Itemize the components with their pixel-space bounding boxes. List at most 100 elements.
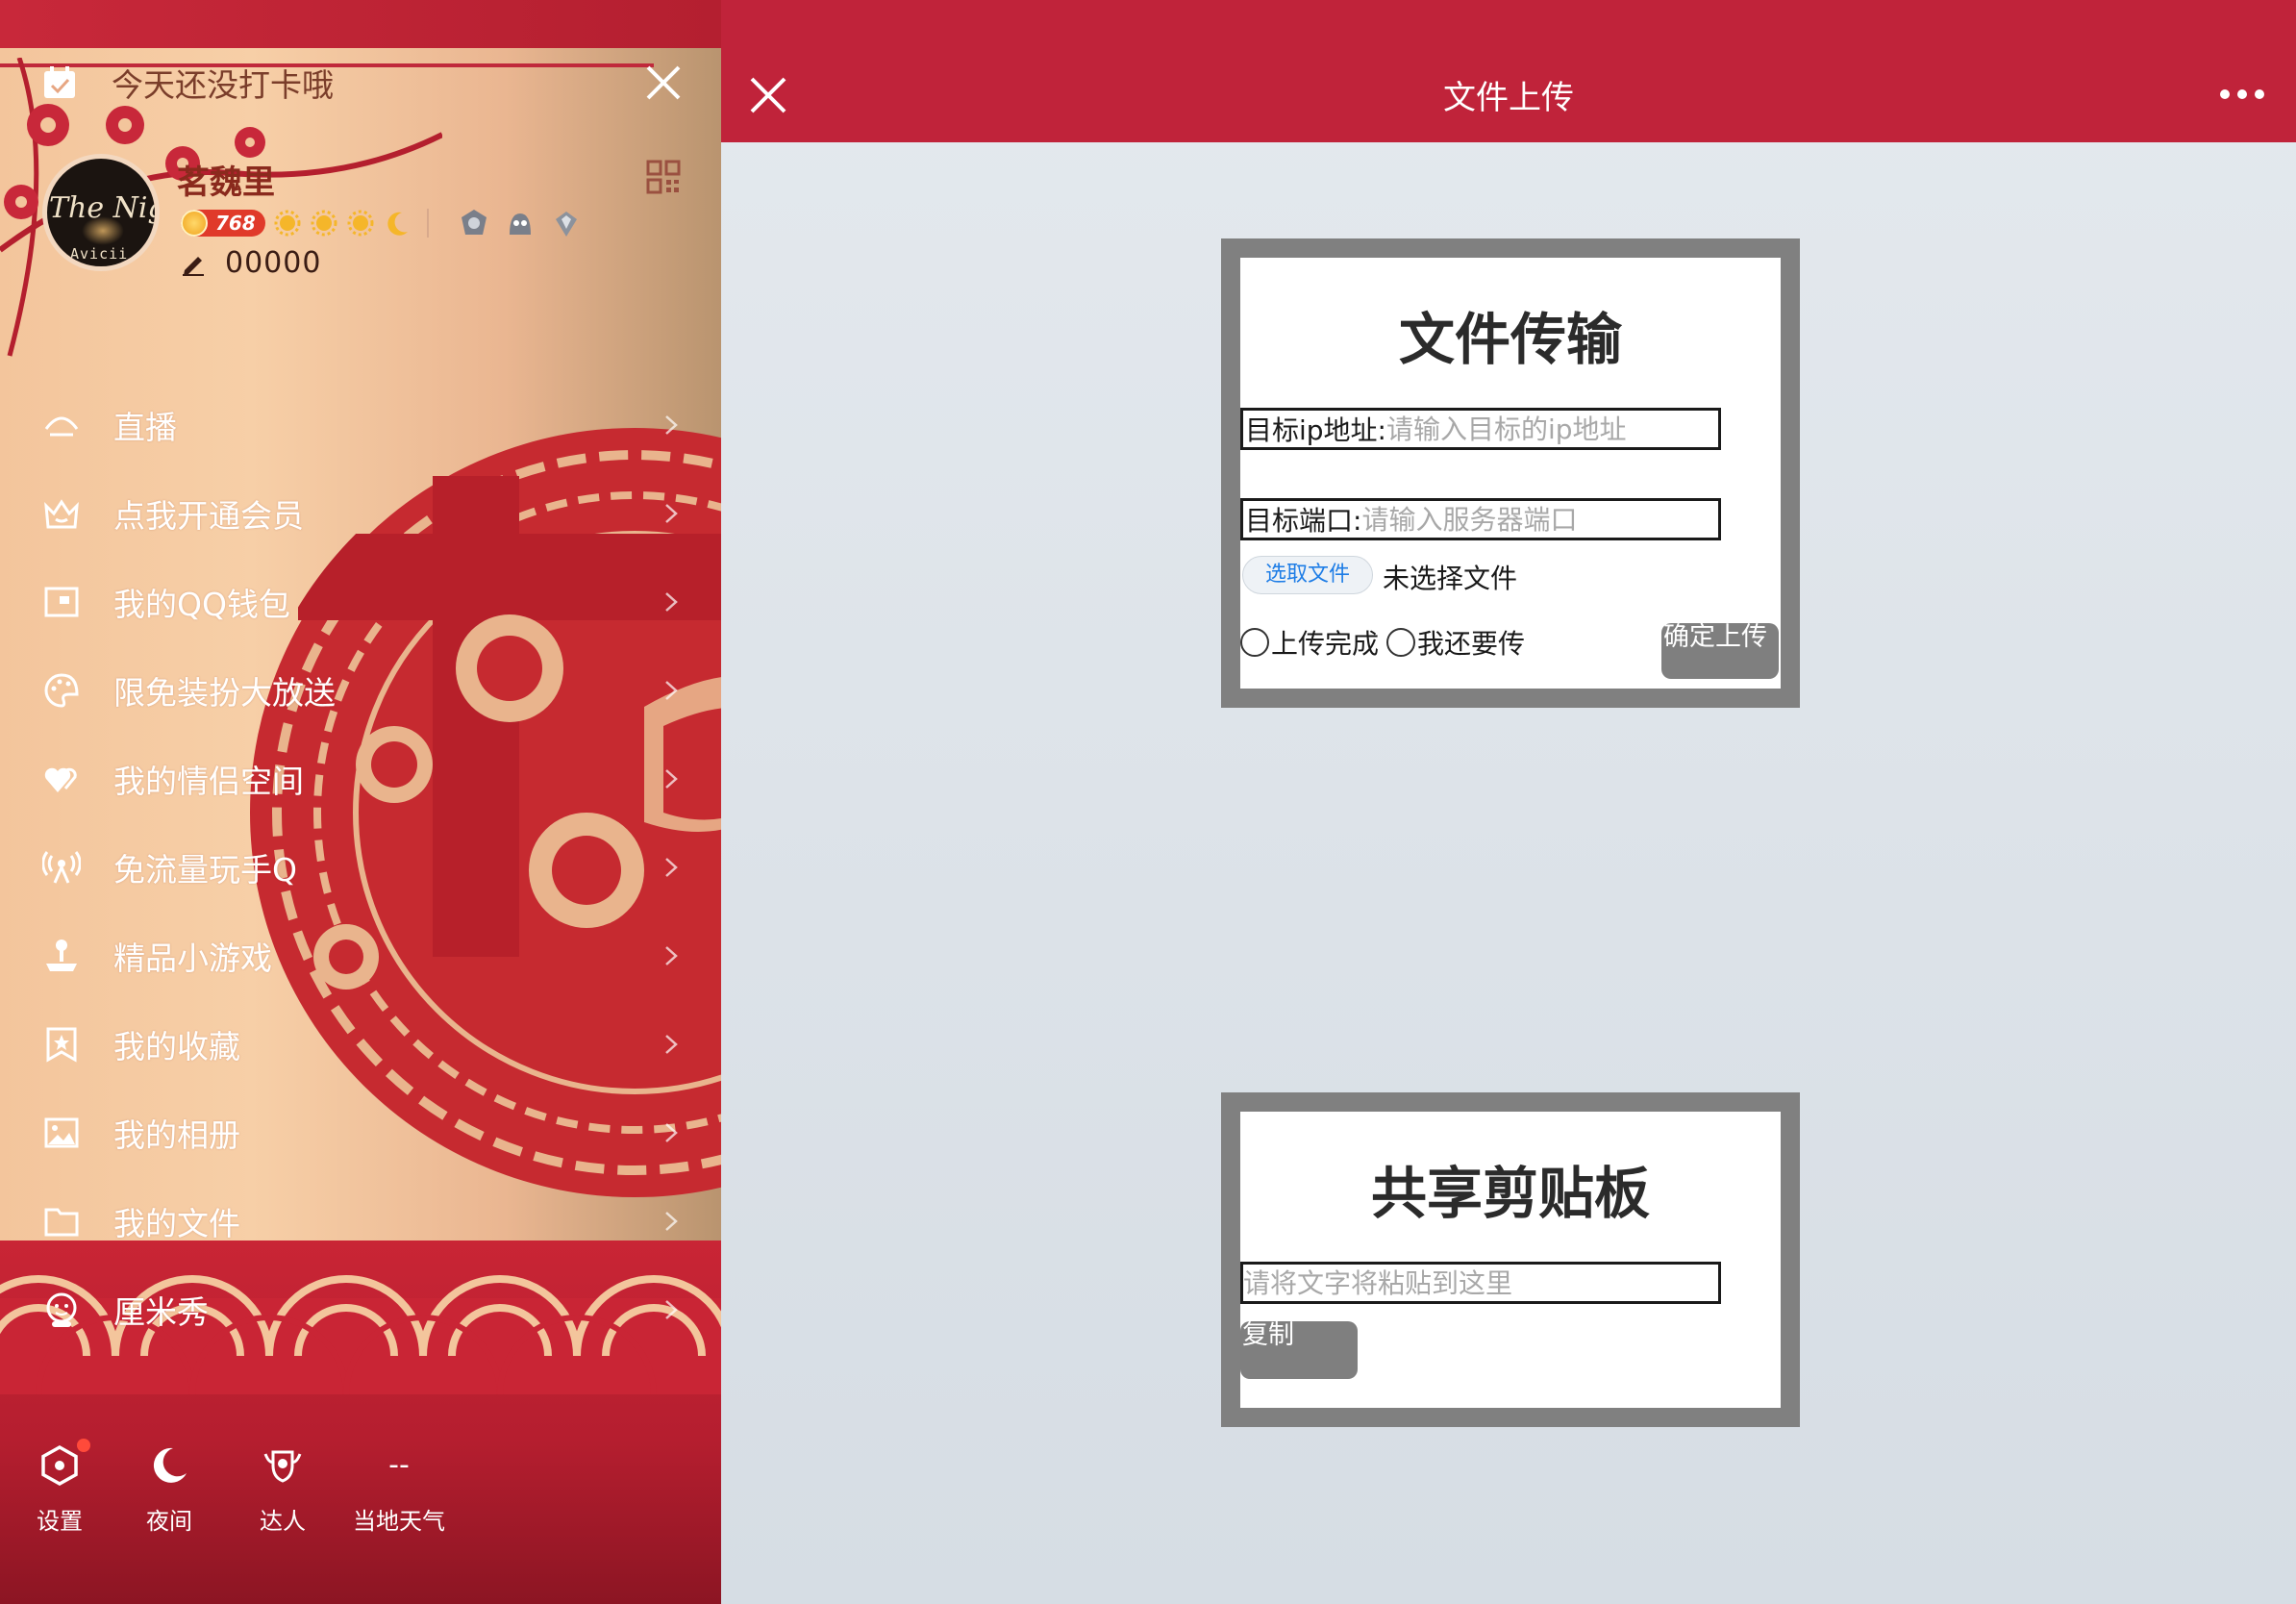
menu-item-favorites[interactable]: 我的收藏 [0, 1000, 721, 1089]
copy-button[interactable]: 复制 [1240, 1321, 1358, 1379]
notification-dot [77, 1439, 90, 1452]
folder-icon [44, 1208, 79, 1237]
menu-item-label: 精品小游戏 [113, 940, 272, 977]
confirm-upload-button[interactable]: 确定上传 [1661, 623, 1779, 679]
qr-code-icon[interactable] [646, 160, 681, 194]
side-drawer: 今天还没打卡哦 The Nigh Avicii 茗魏里 768 00000 [0, 0, 721, 1604]
menu-item-label: 点我开通会员 [113, 497, 304, 535]
port-input[interactable] [1361, 502, 1718, 537]
ip-label: 目标ip地址: [1245, 414, 1386, 446]
nav-bar: 文件上传 [721, 0, 2296, 142]
weather-value: -- [388, 1448, 410, 1482]
page-title: 文件上传 [1443, 79, 1574, 117]
chevron-right-icon [665, 946, 678, 965]
menu-item-cmshow[interactable]: 厘米秀 [0, 1266, 721, 1354]
menu-item-label: 我的QQ钱包 [113, 586, 290, 623]
menu-item-label: 我的收藏 [113, 1028, 240, 1065]
level-number: 768 [215, 212, 256, 235]
clipboard-heading: 共享剪贴板 [1370, 1161, 1650, 1226]
level-badge: 768 [181, 210, 265, 237]
menu-item-label: 厘米秀 [113, 1293, 209, 1331]
expert-label: 达人 [260, 1508, 306, 1535]
settings-button[interactable]: 设置 [21, 1439, 98, 1536]
drawer-top-band [0, 0, 721, 48]
sun-icon [311, 210, 337, 237]
file-transfer-heading: 文件传输 [1398, 307, 1622, 372]
menu-item-themes[interactable]: 限免装扮大放送 [0, 646, 721, 735]
sun-icon [274, 210, 301, 237]
weather-button[interactable]: -- 当地天气 [346, 1444, 452, 1536]
ip-input[interactable] [1386, 412, 1718, 446]
more-dots-icon[interactable] [2219, 87, 2265, 102]
drawer-menu: 直播 点我开通会员 我的QQ钱包 限免装扮大放送 我的情侣空间 免流量玩手Q 精… [0, 381, 721, 1354]
port-field: 目标端口: [1240, 498, 1721, 540]
penguin-medal-icon [461, 210, 487, 235]
penguin-medal-icon [509, 213, 531, 235]
signature-text: 00000 [225, 246, 322, 280]
menu-item-vip[interactable]: 点我开通会员 [0, 469, 721, 558]
chevron-right-icon [665, 769, 678, 789]
level-badges[interactable]: 768 [181, 208, 583, 238]
live-icon [44, 416, 79, 437]
chevron-right-icon [665, 1300, 678, 1319]
shared-clipboard-panel: 共享剪贴板 复制 [1221, 1092, 1800, 1427]
menu-item-label: 我的相册 [113, 1116, 240, 1154]
menu-item-files[interactable]: 我的文件 [0, 1177, 721, 1266]
night-mode-button[interactable]: 夜间 [131, 1444, 208, 1536]
checkin-reminder[interactable]: 今天还没打卡哦 [42, 60, 334, 106]
clipboard-input[interactable] [1243, 1266, 1718, 1300]
menu-item-label: 免流量玩手Q [113, 851, 297, 889]
menu-item-mini-games[interactable]: 精品小游戏 [0, 912, 721, 1000]
pencil-icon [183, 256, 204, 276]
menu-item-label: 我的文件 [113, 1205, 240, 1242]
close-icon[interactable] [642, 62, 685, 104]
moon-icon [153, 1447, 187, 1483]
clipboard-field [1240, 1262, 1721, 1304]
port-label: 目标端口: [1245, 505, 1362, 537]
coin-icon [181, 210, 208, 237]
bookmark-star-icon [46, 1027, 77, 1063]
choose-file-button[interactable]: 选取文件 [1242, 556, 1373, 594]
calendar-check-icon [44, 66, 75, 98]
palette-icon [44, 673, 79, 708]
weather-label: 当地天气 [353, 1508, 445, 1535]
checkin-text: 今天还没打卡哦 [112, 66, 334, 104]
menu-item-free-data[interactable]: 免流量玩手Q [0, 823, 721, 912]
joystick-icon [46, 940, 77, 971]
chevron-right-icon [665, 1123, 678, 1142]
chevron-right-icon [665, 1212, 678, 1231]
ip-field: 目标ip地址: [1240, 408, 1721, 450]
hearts-icon [44, 767, 77, 792]
menu-item-couple-space[interactable]: 我的情侣空间 [0, 735, 721, 823]
avatar-text-bottom: Avicii [70, 245, 129, 263]
expert-badge-icon [263, 1450, 302, 1483]
upload-mode-radios: 上传完成 我还要传 [1240, 623, 1525, 662]
radio-upload-more[interactable] [1386, 628, 1416, 657]
radio-upload-done-label[interactable]: 上传完成 [1271, 623, 1379, 662]
night-label: 夜间 [146, 1508, 192, 1535]
diamond-medal-icon [555, 212, 577, 237]
menu-item-label: 我的情侣空间 [113, 763, 304, 800]
badge-separator [426, 209, 429, 238]
crown-icon [44, 499, 79, 529]
signature-row[interactable]: 00000 [181, 246, 321, 280]
chevron-right-icon [665, 504, 678, 523]
settings-hex-icon [41, 1444, 78, 1487]
chevron-right-icon [665, 592, 678, 612]
menu-item-album[interactable]: 我的相册 [0, 1089, 721, 1177]
radio-upload-done[interactable] [1240, 628, 1269, 657]
chevron-right-icon [665, 681, 678, 700]
signal-icon [42, 851, 81, 884]
radio-upload-more-label[interactable]: 我还要传 [1417, 623, 1525, 662]
settings-label: 设置 [37, 1508, 83, 1535]
avatar[interactable]: The Nigh Avicii [42, 154, 160, 271]
menu-item-live[interactable]: 直播 [0, 381, 721, 469]
expert-button[interactable]: 达人 [244, 1444, 321, 1536]
menu-item-label: 直播 [113, 409, 177, 446]
chevron-right-icon [665, 858, 678, 877]
menu-item-wallet[interactable]: 我的QQ钱包 [0, 558, 721, 646]
avatar-text-top: The Nigh [49, 191, 155, 225]
user-name[interactable]: 茗魏里 [177, 156, 275, 203]
menu-item-label: 限免装扮大放送 [113, 674, 336, 712]
moon-level-icon [387, 212, 408, 236]
